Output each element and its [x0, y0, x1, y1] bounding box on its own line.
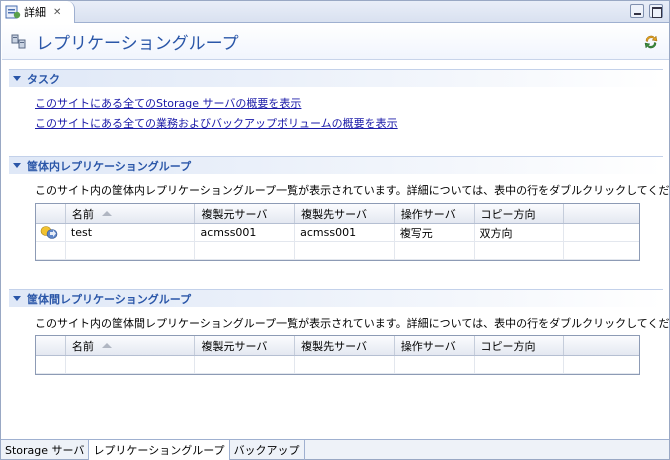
empty-cell — [564, 356, 639, 373]
cell-name: test — [66, 224, 196, 241]
empty-cell — [475, 356, 565, 373]
inter-replication-section: 筐体間レプリケーショングループ このサイト内の筐体間レプリケーショングループ一覧… — [9, 289, 670, 339]
sort-ascending-icon — [101, 343, 112, 348]
table-row[interactable]: test acmss001 acmss001 複写元 双方向 — [36, 224, 639, 242]
cell-operator: 複写元 — [395, 224, 475, 241]
collapse-triangle-icon[interactable] — [13, 163, 21, 168]
column-label: 名前 — [71, 339, 94, 353]
row-icon-cell — [36, 224, 66, 241]
column-header-operator[interactable]: 操作サーバ — [395, 204, 475, 223]
empty-cell — [395, 242, 475, 259]
column-header-source[interactable]: 複製元サーバ — [195, 204, 296, 223]
tasks-section-header[interactable]: タスク — [9, 69, 663, 87]
tasks-section-title: タスク — [27, 72, 60, 86]
intra-description: このサイト内の筐体内レプリケーショングループ一覧が表示されています。詳細について… — [35, 184, 670, 197]
refresh-icon[interactable] — [643, 34, 659, 50]
inter-section-header[interactable]: 筐体間レプリケーショングループ — [9, 289, 663, 307]
empty-cell — [66, 356, 196, 373]
column-header-filler — [564, 204, 639, 223]
column-header-name[interactable]: 名前 — [66, 204, 196, 223]
minimize-icon[interactable] — [630, 4, 644, 18]
collapse-triangle-icon[interactable] — [13, 296, 21, 301]
empty-cell — [475, 242, 565, 259]
column-header-operator[interactable]: 操作サーバ — [395, 336, 475, 355]
column-label: 名前 — [71, 207, 94, 221]
inter-section-title: 筐体間レプリケーショングループ — [27, 292, 192, 306]
empty-table-row — [36, 242, 639, 260]
link-volume-overview[interactable]: このサイトにある全ての業務およびバックアップボリュームの概要を表示 — [35, 115, 398, 131]
cell-target: acmss001 — [295, 224, 395, 241]
column-header-direction[interactable]: コピー方向 — [475, 336, 565, 355]
tab-storage-server[interactable]: Storage サーバ — [1, 440, 90, 460]
cell-filler — [564, 224, 639, 241]
empty-cell — [195, 242, 296, 259]
window-controls — [630, 4, 663, 18]
tab-replication-group[interactable]: レプリケーショングループ — [89, 440, 230, 460]
cell-direction: 双方向 — [475, 224, 565, 241]
view-tab-bar: 詳細 ✕ — [1, 1, 669, 23]
inter-description: このサイト内の筐体間レプリケーショングループ一覧が表示されています。詳細について… — [35, 317, 670, 330]
intra-replication-table: 名前 複製元サーバ 複製先サーバ 操作サーバ コピー方向 test acmss0… — [35, 203, 640, 261]
empty-cell — [564, 242, 639, 259]
column-header-icon[interactable] — [36, 336, 66, 355]
page-title: レプリケーショングループ — [36, 34, 239, 54]
details-view-icon — [5, 5, 21, 19]
replication-row-icon — [40, 225, 58, 239]
table-header: 名前 複製元サーバ 複製先サーバ 操作サーバ コピー方向 — [36, 204, 639, 224]
column-header-direction[interactable]: コピー方向 — [475, 204, 565, 223]
cell-source: acmss001 — [195, 224, 296, 241]
empty-cell — [295, 242, 395, 259]
column-header-target[interactable]: 複製先サーバ — [295, 336, 395, 355]
details-view-window: 詳細 ✕ レプリケーショングループ タスク このサイトにある全てのStorage… — [0, 0, 670, 460]
empty-cell — [395, 356, 475, 373]
empty-cell — [66, 242, 196, 259]
empty-cell — [36, 242, 66, 259]
column-header-source[interactable]: 複製元サーバ — [195, 336, 296, 355]
bottom-tab-bar: Storage サーバ レプリケーショングループ バックアップ — [1, 439, 669, 460]
page-header: レプリケーショングループ — [2, 24, 669, 60]
tab-details[interactable]: 詳細 ✕ — [1, 1, 75, 23]
intra-section-header[interactable]: 筐体内レプリケーショングループ — [9, 156, 663, 174]
intra-section-title: 筐体内レプリケーショングループ — [27, 159, 192, 173]
table-header: 名前 複製元サーバ 複製先サーバ 操作サーバ コピー方向 — [36, 336, 639, 356]
replication-group-icon — [11, 34, 26, 48]
column-header-filler — [564, 336, 639, 355]
tasks-section: タスク このサイトにある全てのStorage サーバの概要を表示 このサイトにあ… — [9, 69, 663, 131]
maximize-icon[interactable] — [649, 4, 663, 18]
column-header-target[interactable]: 複製先サーバ — [295, 204, 395, 223]
close-icon[interactable]: ✕ — [53, 7, 61, 18]
inter-replication-table: 名前 複製元サーバ 複製先サーバ 操作サーバ コピー方向 — [35, 335, 640, 375]
column-header-name[interactable]: 名前 — [66, 336, 196, 355]
empty-cell — [195, 356, 296, 373]
empty-table-row — [36, 356, 639, 374]
empty-cell — [36, 356, 66, 373]
tab-backup[interactable]: バックアップ — [230, 440, 305, 460]
tab-label: 詳細 — [24, 6, 46, 19]
empty-cell — [295, 356, 395, 373]
sort-ascending-icon — [101, 211, 112, 216]
link-storage-server-overview[interactable]: このサイトにある全てのStorage サーバの概要を表示 — [35, 95, 301, 111]
column-header-icon[interactable] — [36, 204, 66, 223]
collapse-triangle-icon[interactable] — [13, 76, 21, 81]
